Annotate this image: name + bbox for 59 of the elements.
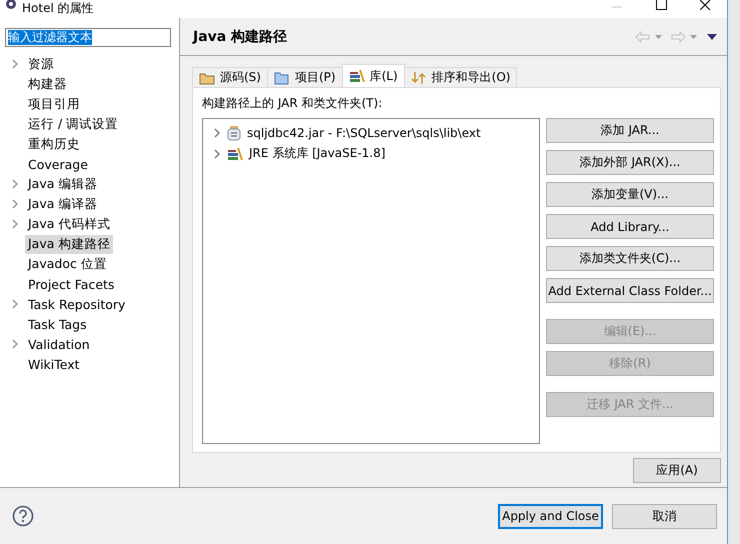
- expand-icon[interactable]: [11, 59, 19, 69]
- action-button[interactable]: Add Library...: [546, 214, 714, 239]
- action-button[interactable]: Add External Class Folder...: [546, 278, 714, 303]
- expand-icon[interactable]: [213, 148, 221, 158]
- minimize-icon: [612, 6, 622, 8]
- expand-icon[interactable]: [11, 219, 19, 229]
- list-label: 构建路径上的 JAR 和类文件夹(T):: [202, 95, 384, 112]
- tree-item[interactable]: Java 代码样式: [25, 214, 114, 234]
- tree-item[interactable]: Project Facets: [25, 276, 118, 292]
- menu-icon[interactable]: [707, 34, 717, 40]
- expand-icon[interactable]: [11, 299, 19, 309]
- expand-icon[interactable]: [213, 128, 221, 138]
- filter-field[interactable]: 输入过滤器文本: [5, 28, 171, 47]
- expand-icon[interactable]: [11, 339, 19, 349]
- tree-item[interactable]: 构建器: [25, 74, 70, 94]
- tree-item[interactable]: 运行 / 调试设置: [25, 114, 122, 134]
- action-button[interactable]: 添加 JAR...: [546, 118, 714, 143]
- tree-item[interactable]: Coverage: [25, 156, 91, 172]
- window-title: Hotel 的属性: [22, 1, 94, 15]
- tab[interactable]: 项目(P): [266, 67, 343, 87]
- tree-item[interactable]: Java 编辑器: [25, 174, 100, 194]
- list-entry[interactable]: sqljdbc42.jar - F:\SQLserver\sqls\lib\ext: [247, 126, 481, 140]
- tree-item[interactable]: Javadoc 位置: [25, 254, 110, 274]
- tree-item[interactable]: Java 构建路径: [25, 234, 114, 254]
- dropdown-icon[interactable]: [655, 34, 662, 38]
- action-button[interactable]: 添加类文件夹(C)...: [546, 246, 714, 271]
- back-arrow-icon[interactable]: [635, 30, 651, 42]
- expand-icon[interactable]: [11, 199, 19, 209]
- tab[interactable]: 源码(S): [192, 67, 268, 87]
- tree-item[interactable]: WikiText: [25, 356, 83, 372]
- action-button[interactable]: 添加变量(V)...: [546, 182, 714, 207]
- tab[interactable]: 排序和导出(O): [404, 67, 518, 87]
- build-path-list[interactable]: sqljdbc42.jar - F:\SQLserver\sqls\lib\ext JRE 系统库 [JavaSE-1.8]: [202, 118, 540, 444]
- books-icon: [227, 146, 243, 160]
- expand-icon[interactable]: [11, 179, 19, 189]
- help-icon[interactable]: [12, 505, 34, 527]
- tree-item[interactable]: 重构历史: [25, 134, 83, 154]
- dialog-button[interactable]: 取消: [612, 504, 717, 528]
- tab[interactable]: 库(L): [342, 64, 405, 87]
- tree-item[interactable]: 项目引用: [25, 94, 83, 114]
- list-entry[interactable]: JRE 系统库 [JavaSE-1.8]: [249, 145, 386, 162]
- dialog-button[interactable]: Apply and Close: [498, 504, 603, 528]
- books-icon: [348, 69, 365, 83]
- tree-item[interactable]: Java 编译器: [25, 194, 100, 214]
- close-icon: [700, 0, 710, 10]
- folder-icon: [274, 70, 290, 84]
- folder-icon: [199, 70, 215, 84]
- maximize-icon: [656, 0, 666, 10]
- apply-button[interactable]: 应用(A): [633, 458, 721, 483]
- tree-item[interactable]: Task Repository: [25, 296, 128, 312]
- tree-item[interactable]: Task Tags: [25, 316, 90, 332]
- jar-icon: [227, 124, 241, 140]
- dropdown-icon[interactable]: [690, 34, 697, 38]
- tree-item[interactable]: 资源: [25, 54, 57, 74]
- forward-arrow-icon[interactable]: [670, 30, 686, 42]
- tree-item[interactable]: Validation: [25, 336, 93, 352]
- arrows-icon: [410, 70, 427, 86]
- page-title: Java 构建路径: [193, 28, 288, 46]
- action-button[interactable]: 添加外部 JAR(X)...: [546, 150, 714, 175]
